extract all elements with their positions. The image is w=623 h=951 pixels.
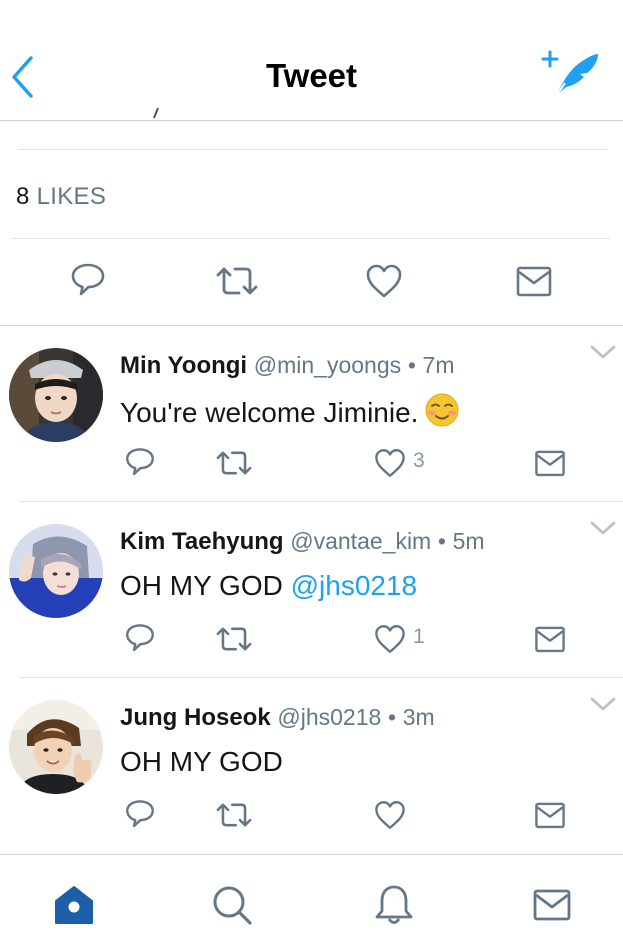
- likes-count: 8: [16, 183, 30, 210]
- tweet-text: You're welcome Jiminie.: [120, 392, 460, 431]
- more-options-button[interactable]: [589, 518, 617, 538]
- reply-bubble-icon: [126, 624, 154, 652]
- reply-bubble-icon: [126, 448, 154, 476]
- timestamp: 5m: [452, 528, 485, 554]
- avatar[interactable]: [9, 348, 103, 442]
- direct-message-button[interactable]: [532, 622, 568, 656]
- separator-dot: •: [437, 528, 446, 554]
- smiling-face-icon: [424, 392, 460, 428]
- direct-message-button[interactable]: [532, 798, 568, 832]
- separator-dot: •: [407, 352, 416, 378]
- envelope-icon: [535, 802, 565, 829]
- bottom-tab-bar: [0, 854, 623, 951]
- retweet-button[interactable]: [214, 261, 260, 301]
- heart-icon: [366, 264, 402, 298]
- user-photo: [9, 700, 103, 794]
- tweet-text-content: You're welcome Jiminie.: [120, 397, 419, 428]
- likes-stat[interactable]: 8 LIKES: [16, 183, 106, 211]
- retweet-button[interactable]: [214, 446, 254, 480]
- like-button[interactable]: [373, 798, 433, 832]
- heart-icon: [375, 449, 405, 477]
- username[interactable]: @min_yoongs: [254, 352, 401, 378]
- display-name[interactable]: Kim Taehyung: [120, 528, 284, 555]
- display-name[interactable]: Jung Hoseok: [120, 704, 271, 731]
- reply-tweet[interactable]: Kim Taehyung @vantae_kim • 5m OH MY GOD …: [0, 502, 623, 678]
- tab-home[interactable]: [52, 883, 96, 927]
- more-options-button[interactable]: [589, 342, 617, 362]
- avatar[interactable]: [9, 700, 103, 794]
- search-icon: [213, 886, 252, 925]
- username[interactable]: @vantae_kim: [290, 528, 431, 554]
- like-button[interactable]: 3: [373, 446, 433, 480]
- display-name[interactable]: Min Yoongi: [120, 352, 247, 379]
- envelope-icon: [535, 450, 565, 477]
- reply-button[interactable]: [123, 798, 157, 832]
- tweet-text-content: OH MY GOD: [120, 746, 283, 777]
- direct-message-button[interactable]: [514, 261, 554, 301]
- tweet-text: OH MY GOD @jhs0218: [120, 568, 417, 604]
- divider: [18, 149, 608, 150]
- mention-link[interactable]: @jhs0218: [291, 570, 418, 601]
- compose-quill-icon: [541, 50, 598, 97]
- page-title: Tweet: [265, 57, 358, 94]
- reply-header: Min Yoongi @min_yoongs • 7m: [120, 350, 455, 381]
- separator-dot: •: [387, 704, 397, 730]
- reply-bubble-icon: [71, 263, 105, 296]
- tab-messages[interactable]: [530, 883, 574, 927]
- like-button[interactable]: 1: [373, 622, 433, 656]
- like-count: 1: [413, 625, 425, 648]
- reply-bubble-icon: [126, 800, 154, 828]
- tweet-text-content: OH MY GOD: [120, 570, 283, 601]
- bell-icon: [375, 885, 413, 924]
- like-count: 3: [413, 449, 425, 472]
- retweet-icon: [216, 803, 252, 827]
- timestamp: 7m: [422, 352, 455, 378]
- user-photo: [9, 348, 103, 442]
- user-photo: [9, 524, 103, 618]
- retweet-button[interactable]: [214, 622, 254, 656]
- reply-button[interactable]: [68, 261, 108, 301]
- chevron-down-icon: [590, 345, 616, 359]
- cut-off-text-fragment: [145, 108, 165, 120]
- like-button[interactable]: [364, 261, 404, 301]
- tweet-action-bar: [0, 239, 623, 326]
- likes-label: LIKES: [36, 183, 107, 210]
- retweet-icon: [216, 451, 252, 475]
- chevron-down-icon: [590, 521, 616, 535]
- reply-header: Kim Taehyung @vantae_kim • 5m: [120, 526, 485, 557]
- home-icon: [55, 886, 93, 924]
- envelope-icon: [535, 626, 565, 653]
- username[interactable]: @jhs0218: [277, 704, 381, 730]
- reply-header: Jung Hoseok @jhs0218 • 3m: [120, 702, 435, 733]
- retweet-button[interactable]: [214, 798, 254, 832]
- avatar[interactable]: [9, 524, 103, 618]
- tweet-text: OH MY GOD: [120, 744, 283, 780]
- retweet-icon: [216, 627, 252, 651]
- reply-button[interactable]: [123, 446, 157, 480]
- heart-icon: [375, 801, 405, 829]
- reply-tweet[interactable]: Jung Hoseok @jhs0218 • 3m OH MY GOD: [0, 678, 623, 854]
- envelope-icon: [516, 266, 552, 297]
- envelope-icon: [533, 889, 571, 921]
- compose-tweet-button[interactable]: [540, 50, 602, 100]
- heart-icon: [375, 625, 405, 653]
- timestamp: 3m: [402, 704, 435, 730]
- chevron-down-icon: [590, 697, 616, 711]
- reply-button[interactable]: [123, 622, 157, 656]
- more-options-button[interactable]: [589, 694, 617, 714]
- tab-search[interactable]: [210, 883, 254, 927]
- top-navigation-bar: Tweet: [0, 0, 623, 121]
- tab-notifications[interactable]: [372, 883, 416, 927]
- reply-tweet[interactable]: Min Yoongi @min_yoongs • 7m You're welco…: [0, 326, 623, 502]
- direct-message-button[interactable]: [532, 446, 568, 480]
- retweet-icon: [216, 267, 258, 295]
